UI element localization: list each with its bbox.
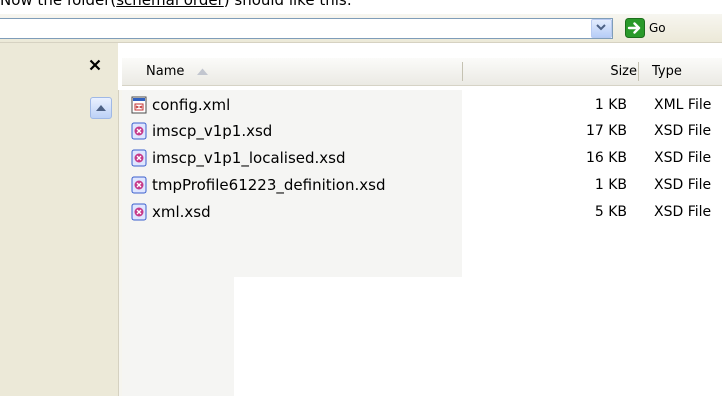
caption-after: ) should like this: xyxy=(223,0,352,9)
file-type: XSD File xyxy=(654,204,712,220)
caption-before: Now the folder( xyxy=(0,0,117,9)
go-arrow-icon xyxy=(625,18,645,38)
file-size: 17 KB xyxy=(585,123,627,139)
file-type: XSD File xyxy=(654,150,712,166)
column-headers: Name Size Type xyxy=(122,58,722,86)
address-input[interactable] xyxy=(0,18,613,39)
column-header-type[interactable]: Type xyxy=(642,58,722,85)
file-name: tmpProfile61223_definition.xsd xyxy=(152,176,386,194)
list-item[interactable]: config.xml 1 KB XML File xyxy=(122,92,722,118)
file-type: XSD File xyxy=(654,177,712,193)
xsd-file-icon xyxy=(131,176,147,194)
caption-link[interactable]: schemal order xyxy=(116,0,224,9)
file-size: 5 KB xyxy=(594,204,627,220)
list-item[interactable]: xml.xsd 5 KB XSD File xyxy=(122,199,722,225)
close-pane-icon[interactable] xyxy=(89,59,101,71)
column-header-name[interactable]: Name xyxy=(122,58,486,85)
file-name: xml.xsd xyxy=(152,203,211,221)
file-name: imscp_v1p1_localised.xsd xyxy=(152,149,346,167)
xsd-file-icon xyxy=(131,149,147,167)
xsd-file-icon xyxy=(131,122,147,140)
column-name-label: Name xyxy=(146,64,185,79)
go-button[interactable]: Go xyxy=(625,18,666,38)
file-name: imscp_v1p1.xsd xyxy=(152,122,273,140)
task-pane xyxy=(0,43,118,396)
chevron-down-icon xyxy=(596,24,606,31)
column-header-size[interactable]: Size xyxy=(463,58,637,85)
file-type: XML File xyxy=(654,97,712,113)
file-size: 16 KB xyxy=(585,150,627,166)
column-type-label: Type xyxy=(652,64,682,79)
scroll-up-button[interactable] xyxy=(90,97,112,119)
address-bar: Go xyxy=(0,14,722,43)
file-size: 1 KB xyxy=(594,97,627,113)
instruction-caption: Now the folder(schemal order) should lik… xyxy=(0,0,352,11)
list-item[interactable]: imscp_v1p1.xsd 17 KB XSD File xyxy=(122,118,722,144)
chevron-up-icon xyxy=(96,105,106,111)
column-separator[interactable] xyxy=(638,62,639,81)
go-label: Go xyxy=(649,21,666,35)
list-item[interactable]: imscp_v1p1_localised.xsd 16 KB XSD File xyxy=(122,145,722,171)
column-size-label: Size xyxy=(610,64,637,79)
file-type: XSD File xyxy=(654,123,712,139)
file-name: config.xml xyxy=(152,96,231,114)
list-item[interactable]: tmpProfile61223_definition.xsd 1 KB XSD … xyxy=(122,172,722,198)
xsd-file-icon xyxy=(131,203,147,221)
xml-file-icon xyxy=(131,96,147,114)
list-shade xyxy=(122,277,234,396)
address-dropdown-button[interactable] xyxy=(591,19,612,38)
sort-ascending-icon xyxy=(196,68,208,75)
file-list: config.xml 1 KB XML File imscp_v1p1.xsd … xyxy=(122,90,722,396)
file-size: 1 KB xyxy=(594,177,627,193)
